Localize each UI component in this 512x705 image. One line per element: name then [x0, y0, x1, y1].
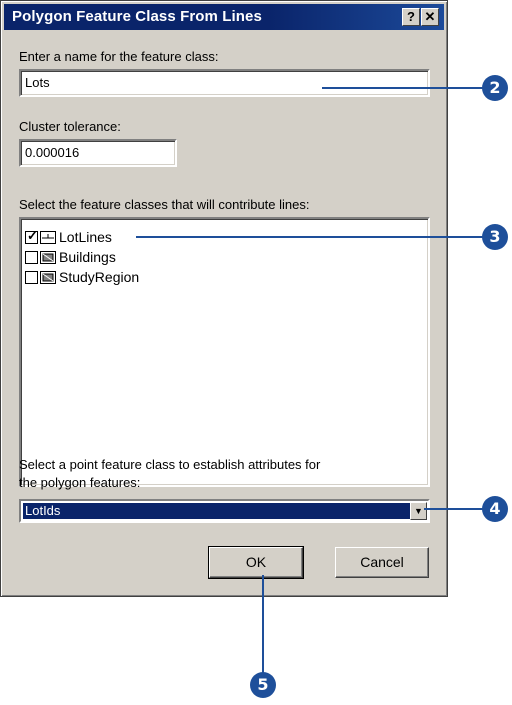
checkmark-icon: ✓ — [27, 227, 38, 243]
line-feature-classes-list[interactable]: ✓ LotLines Buildings StudyRegion — [19, 217, 430, 487]
list-item-studyregion[interactable]: StudyRegion — [25, 267, 139, 287]
cluster-tolerance-input[interactable]: 0.000016 — [19, 139, 177, 167]
list-item-label: LotLines — [59, 229, 112, 245]
ok-button[interactable]: OK — [208, 546, 304, 579]
callout-badge-5: 5 — [250, 672, 276, 698]
polygon-feature-icon — [40, 270, 56, 284]
help-button[interactable]: ? — [402, 8, 420, 26]
point-feature-class-value: LotIds — [23, 503, 411, 519]
callout-line-3 — [136, 236, 484, 238]
list-item-buildings[interactable]: Buildings — [25, 247, 116, 267]
name-label: Enter a name for the feature class: — [19, 49, 219, 64]
cancel-button[interactable]: Cancel — [335, 547, 429, 578]
callout-badge-3: 3 — [482, 224, 508, 250]
title-bar[interactable]: Polygon Feature Class From Lines ? ✕ — [4, 4, 444, 30]
callout-line-5 — [262, 575, 264, 675]
list-item-lotlines[interactable]: ✓ LotLines — [25, 227, 112, 247]
lotlines-checkbox[interactable]: ✓ — [25, 227, 38, 244]
list-item-label: Buildings — [59, 249, 116, 265]
close-button[interactable]: ✕ — [421, 8, 439, 26]
polygon-feature-icon — [40, 250, 56, 264]
dropdown-arrow-icon[interactable]: ▼ — [410, 502, 427, 520]
feature-class-name-value: Lots — [25, 75, 50, 90]
lines-list-label: Select the feature classes that will con… — [19, 197, 310, 212]
feature-class-name-input[interactable]: Lots — [19, 69, 430, 97]
point-class-label-line2: the polygon features: — [19, 475, 141, 490]
callout-line-4 — [424, 508, 484, 510]
cluster-tolerance-label: Cluster tolerance: — [19, 119, 121, 134]
buildings-checkbox[interactable] — [25, 250, 38, 264]
window-title: Polygon Feature Class From Lines — [12, 8, 262, 25]
callout-line-2 — [322, 87, 484, 89]
line-feature-icon — [40, 230, 56, 244]
polygon-feature-class-dialog: Polygon Feature Class From Lines ? ✕ Ent… — [0, 0, 448, 597]
list-item-label: StudyRegion — [59, 269, 140, 285]
cluster-tolerance-value: 0.000016 — [25, 145, 80, 160]
point-feature-class-select[interactable]: LotIds ▼ — [19, 499, 430, 523]
callout-badge-2: 2 — [482, 75, 508, 101]
studyregion-checkbox[interactable] — [25, 270, 38, 284]
point-class-label-line1: Select a point feature class to establis… — [19, 457, 321, 472]
callout-badge-4: 4 — [482, 496, 508, 522]
